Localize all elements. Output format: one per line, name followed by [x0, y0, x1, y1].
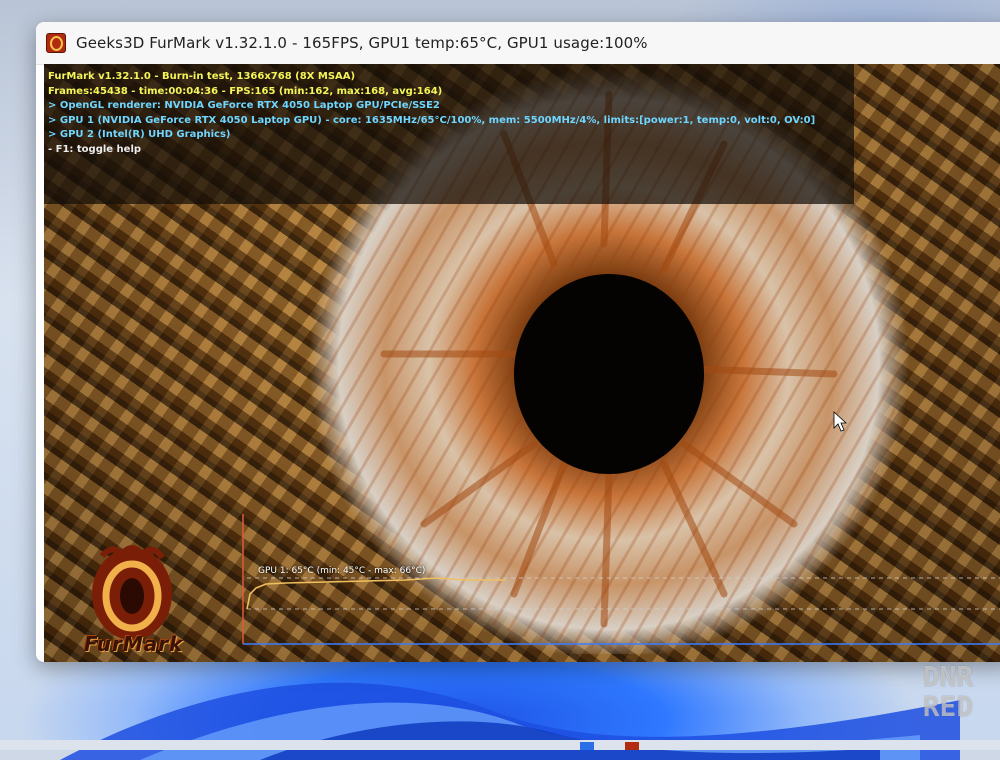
- hud-stats-line: Frames:45438 - time:00:04:36 - FPS:165 (…: [48, 85, 443, 97]
- hud-title-line: FurMark v1.32.1.0 - Burn-in test, 1366x7…: [48, 71, 356, 82]
- watermark: DNR RED: [906, 662, 990, 722]
- hud-text: FurMark v1.32.1.0 - Burn-in test, 1366x7…: [48, 70, 815, 158]
- furmark-app-icon[interactable]: [46, 33, 66, 53]
- taskbar: [0, 740, 1000, 750]
- watermark-line-1: DNR: [922, 660, 974, 693]
- title-bar[interactable]: Geeks3D FurMark v1.32.1.0 - 165FPS, GPU1…: [36, 22, 1000, 65]
- furmark-window[interactable]: Geeks3D FurMark v1.32.1.0 - 165FPS, GPU1…: [36, 22, 1000, 662]
- hud-gpu2-line: > GPU 2 (Intel(R) UHD Graphics): [48, 129, 231, 141]
- window-title: Geeks3D FurMark v1.32.1.0 - 165FPS, GPU1…: [76, 34, 648, 52]
- taskbar-furmark-icon[interactable]: [625, 742, 639, 750]
- gpu-temperature-label: GPU 1: 65°C (min: 45°C - max: 66°C): [258, 566, 426, 576]
- hud-renderer-line: > OpenGL renderer: NVIDIA GeForce RTX 40…: [48, 100, 440, 112]
- taskbar-start-icon[interactable]: [580, 742, 594, 750]
- temperature-graph: [242, 514, 1000, 645]
- watermark-line-2: RED: [922, 690, 974, 723]
- render-viewport[interactable]: FurMark v1.32.1.0 - Burn-in test, 1366x7…: [44, 64, 1000, 662]
- furmark-logo-text: FurMark: [84, 632, 184, 656]
- hud-gpu1-line: > GPU 1 (NVIDIA GeForce RTX 4050 Laptop …: [48, 114, 816, 126]
- hud-help-line: - F1: toggle help: [48, 143, 142, 155]
